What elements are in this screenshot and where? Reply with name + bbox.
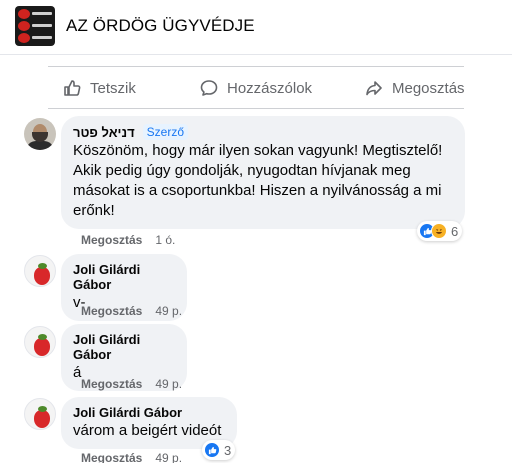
comment-author[interactable]: Joli Gilárdi Gábor bbox=[73, 262, 175, 292]
avatar-berry bbox=[34, 410, 50, 428]
divider bbox=[48, 66, 464, 67]
logo-bar bbox=[32, 36, 52, 39]
comment-text: Köszönöm, hogy már ilyen sokan vagyunk! … bbox=[73, 142, 443, 219]
avatar-leaf bbox=[38, 334, 47, 340]
avatar-berry bbox=[34, 338, 50, 356]
like-button[interactable]: Tetszik bbox=[62, 77, 136, 99]
like-label: Tetszik bbox=[90, 79, 136, 97]
comment-author[interactable]: דניאל פטר bbox=[73, 125, 135, 140]
comment-icon bbox=[200, 80, 218, 96]
share-label: Megosztás bbox=[392, 79, 465, 97]
reaction-count: 6 bbox=[451, 223, 459, 239]
comment-meta: Megosztás 49 p. bbox=[81, 377, 182, 391]
divider bbox=[48, 108, 464, 109]
comment-meta: Megosztás 1 ó. bbox=[81, 233, 175, 247]
avatar-shirt bbox=[26, 141, 54, 150]
share-icon bbox=[366, 81, 382, 96]
logo-dot bbox=[18, 33, 30, 43]
avatar-leaf bbox=[38, 263, 47, 269]
comment-time[interactable]: 1 ó. bbox=[155, 233, 175, 247]
comment-share-link[interactable]: Megosztás bbox=[81, 451, 142, 463]
page-header: AZ ÖRDÖG ÜGYVÉDJE bbox=[0, 0, 512, 55]
comment-text: várom a beigért videót bbox=[73, 422, 222, 439]
comment-label: Hozzászólok bbox=[227, 79, 313, 97]
logo-bar bbox=[32, 12, 52, 15]
logo-dot bbox=[18, 9, 30, 19]
comment-author[interactable]: Joli Gilárdi Gábor bbox=[73, 405, 225, 420]
logo-bar bbox=[32, 24, 52, 27]
avatar-leaf bbox=[38, 406, 47, 412]
reaction-summary[interactable]: 3 bbox=[202, 440, 236, 460]
avatar[interactable] bbox=[24, 326, 56, 358]
comment-bubble: דניאל פטר Szerző Köszönöm, hogy már ilye… bbox=[61, 116, 465, 229]
comment-share-link[interactable]: Megosztás bbox=[81, 233, 142, 247]
comment-time[interactable]: 49 p. bbox=[155, 451, 182, 463]
share-button[interactable]: Megosztás bbox=[364, 77, 465, 99]
thumbs-up-icon bbox=[64, 80, 81, 96]
page-title[interactable]: AZ ÖRDÖG ÜGYVÉDJE bbox=[66, 16, 255, 36]
page-avatar[interactable] bbox=[15, 6, 55, 46]
comment-meta: Megosztás 49 p. bbox=[81, 304, 182, 318]
comment-share-link[interactable]: Megosztás bbox=[81, 304, 142, 318]
author-badge: Szerző bbox=[142, 124, 189, 140]
reaction-count: 3 bbox=[224, 442, 232, 458]
comment-meta: Megosztás 49 p. bbox=[81, 451, 182, 463]
avatar-berry bbox=[34, 267, 50, 285]
avatar[interactable] bbox=[24, 255, 56, 287]
avatar[interactable] bbox=[24, 118, 56, 150]
comment-button[interactable]: Hozzászólok bbox=[199, 77, 312, 99]
haha-icon bbox=[431, 223, 447, 239]
like-icon bbox=[204, 442, 220, 458]
comment-author[interactable]: Joli Gilárdi Gábor bbox=[73, 332, 175, 362]
comment-time[interactable]: 49 p. bbox=[155, 304, 182, 318]
reaction-summary[interactable]: 6 bbox=[417, 221, 463, 241]
avatar[interactable] bbox=[24, 398, 56, 430]
comment-time[interactable]: 49 p. bbox=[155, 377, 182, 391]
logo-dot bbox=[18, 21, 30, 31]
comment-share-link[interactable]: Megosztás bbox=[81, 377, 142, 391]
